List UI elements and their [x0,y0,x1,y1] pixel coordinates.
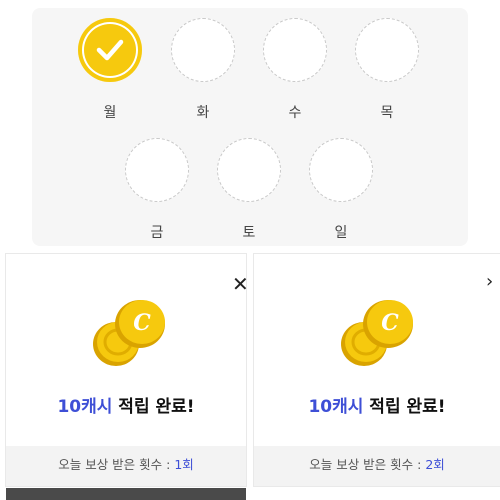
reward-title: 10캐시 적립 완료! [254,392,500,417]
day-thursday[interactable]: 목 [354,18,424,128]
coin-letter: C [133,310,151,336]
close-icon[interactable]: ✕ [232,274,249,294]
reward-title: 10캐시 적립 완료! [6,392,246,417]
reward-popup-card: ✕ C 10캐시 적립 완료! 오늘 보상 받은 횟수 : 1회 [6,254,249,486]
day-friday[interactable]: 금 [124,138,194,248]
reward-count-bar: 오늘 보상 받은 횟수 : 2회 [254,446,500,486]
coin-letter: C [381,310,399,336]
day-wednesday[interactable]: 수 [262,18,332,128]
stamp-circle-empty [217,138,281,202]
attendance-week-panel: 월 화 수 목 금 토 일 [32,8,468,246]
day-sunday[interactable]: 일 [308,138,378,248]
reward-title-suffix: 적립 완료! [112,397,195,417]
reward-count-value: 1회 [174,457,194,472]
stamp-circle-empty [263,18,327,82]
day-label: 토 [242,225,256,241]
reward-amount: 10캐시 [308,397,364,417]
day-label: 일 [334,225,348,241]
chevron-right-icon[interactable]: › [486,272,493,292]
reward-count-label: 오늘 보상 받은 횟수 : [58,457,175,472]
day-monday[interactable]: 월 [77,18,147,128]
check-icon [96,39,124,61]
day-saturday[interactable]: 토 [216,138,286,248]
stamp-circle-empty [171,18,235,82]
coin-icon: C [341,300,413,366]
day-label: 목 [380,105,394,121]
reward-count-label: 오늘 보상 받은 횟수 : [309,457,426,472]
reward-popup-card: › C 10캐시 적립 완료! 오늘 보상 받은 횟수 : 2회 [254,254,500,486]
day-label: 수 [288,105,302,121]
stamp-circle-checked [78,18,142,82]
day-tuesday[interactable]: 화 [170,18,240,128]
reward-amount: 10캐시 [57,397,113,417]
day-label: 금 [150,225,164,241]
stamp-circle-empty [309,138,373,202]
reward-title-suffix: 적립 완료! [363,397,446,417]
day-label: 월 [103,105,117,121]
reward-count-bar: 오늘 보상 받은 횟수 : 1회 [6,446,246,486]
stamp-circle-empty [355,18,419,82]
stamp-circle-empty [125,138,189,202]
reward-count-value: 2회 [425,457,445,472]
background-strip [6,488,246,500]
day-label: 화 [196,105,210,121]
coin-icon: C [93,300,165,366]
